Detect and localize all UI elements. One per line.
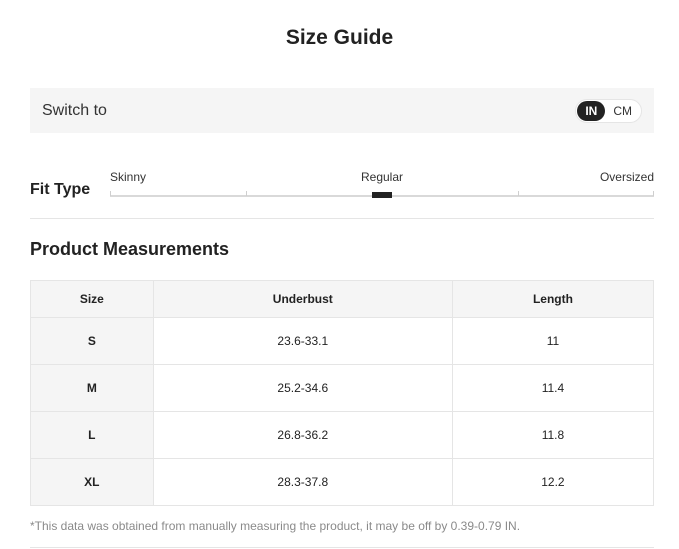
table-header-row: Size Underbust Length [30, 280, 655, 318]
length-cell: 12.2 [451, 458, 655, 506]
measurement-note: *This data was obtained from manually me… [30, 519, 521, 533]
length-cell: 11.4 [451, 364, 655, 412]
size-cell: XL [30, 458, 154, 506]
fit-scale-regular: Regular [360, 170, 404, 184]
fit-scale-skinny: Skinny [110, 170, 147, 184]
unit-option-in[interactable]: IN [577, 100, 606, 121]
fit-selected-marker [372, 192, 392, 198]
fit-type-scale: Skinny Regular Oversized [110, 168, 654, 200]
unit-switch-bar: Switch to IN CM [30, 88, 654, 133]
measurements-table: Size Underbust Length S 23.6-33.1 11 M 2… [30, 280, 655, 506]
fit-scale-oversized: Oversized [599, 170, 654, 184]
fit-scale-tick [653, 191, 654, 196]
divider [30, 218, 654, 219]
underbust-cell: 26.8-36.2 [152, 411, 453, 459]
table-row: XL 28.3-37.8 12.2 [30, 458, 655, 506]
table-row: L 26.8-36.2 11.8 [30, 411, 655, 459]
column-header-underbust: Underbust [152, 280, 453, 318]
measurements-title: Product Measurements [30, 239, 230, 259]
switch-label: Switch to [42, 101, 107, 119]
underbust-cell: 28.3-37.8 [152, 458, 453, 506]
size-cell: S [30, 317, 154, 365]
column-header-length: Length [451, 280, 655, 318]
fit-scale-tick [110, 191, 111, 196]
size-cell: L [30, 411, 154, 459]
table-row: M 25.2-34.6 11.4 [30, 364, 655, 412]
fit-scale-tick [518, 191, 519, 196]
fit-type-label: Fit Type [30, 181, 91, 198]
length-cell: 11.8 [451, 411, 655, 459]
unit-option-cm[interactable]: CM [605, 101, 640, 121]
table-row: S 23.6-33.1 11 [30, 317, 655, 365]
underbust-cell: 23.6-33.1 [152, 317, 453, 365]
size-cell: M [30, 364, 154, 412]
unit-toggle[interactable]: IN CM [575, 98, 642, 123]
underbust-cell: 25.2-34.6 [152, 364, 453, 412]
divider [30, 547, 654, 548]
length-cell: 11 [451, 317, 655, 365]
fit-scale-tick [246, 191, 247, 196]
page-title: Size Guide [285, 26, 394, 49]
column-header-size: Size [30, 280, 154, 318]
